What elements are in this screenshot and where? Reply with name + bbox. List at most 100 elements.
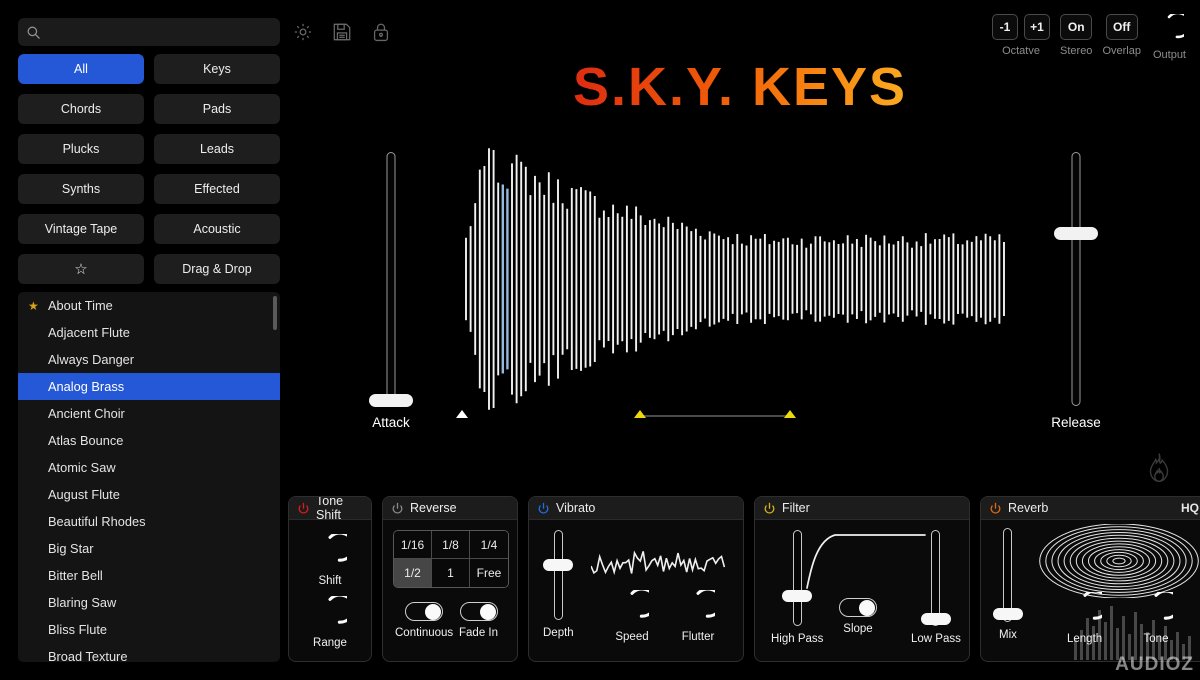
rate-option-free[interactable]: Free bbox=[470, 559, 508, 587]
lock-icon[interactable] bbox=[370, 20, 392, 44]
slider-mix[interactable]: Mix bbox=[999, 528, 1017, 641]
panel-header-filter: Filter bbox=[755, 497, 969, 520]
preset-list-item[interactable]: Ancient Choir bbox=[18, 400, 280, 427]
attack-slider[interactable]: Attack bbox=[368, 152, 414, 406]
flame-icon[interactable] bbox=[1146, 452, 1172, 484]
rate-option-1-8[interactable]: 1/8 bbox=[432, 531, 470, 559]
preset-list-item[interactable]: Adjacent Flute bbox=[18, 319, 280, 346]
toggle-switch[interactable] bbox=[405, 602, 443, 621]
preset-name: Beautiful Rhodes bbox=[48, 514, 145, 529]
toggle-slope[interactable]: Slope bbox=[839, 598, 877, 635]
slider-handle[interactable] bbox=[543, 559, 573, 571]
preset-name: Always Danger bbox=[48, 352, 134, 367]
slider-track[interactable] bbox=[931, 530, 940, 626]
category-button-all[interactable]: All bbox=[18, 54, 144, 84]
slider-handle[interactable] bbox=[921, 613, 951, 625]
waveform-bars bbox=[462, 146, 1010, 412]
preset-list-item[interactable]: Bliss Flute bbox=[18, 616, 280, 643]
category-button-pads[interactable]: Pads bbox=[154, 94, 280, 124]
slider-low-pass[interactable]: Low Pass bbox=[911, 530, 961, 645]
category-button-plucks[interactable]: Plucks bbox=[18, 134, 144, 164]
effect-panel-tone-shift: Tone ShiftShiftRange bbox=[288, 496, 372, 662]
category-button-chords[interactable]: Chords bbox=[18, 94, 144, 124]
overlap-toggle-button[interactable]: Off bbox=[1106, 14, 1138, 40]
preset-list[interactable]: ★About Time Adjacent Flute Always Danger An… bbox=[18, 292, 280, 662]
octave-down-button[interactable]: -1 bbox=[992, 14, 1018, 40]
attack-slider-handle[interactable] bbox=[369, 394, 413, 407]
preset-list-item[interactable]: Atomic Saw bbox=[18, 454, 280, 481]
search-bar[interactable] bbox=[18, 18, 280, 46]
preset-list-item[interactable]: Always Danger bbox=[18, 346, 280, 373]
knob-range[interactable]: Range bbox=[313, 596, 347, 649]
preset-list-item[interactable]: Big Star bbox=[18, 535, 280, 562]
category-button-vintage-tape[interactable]: Vintage Tape bbox=[18, 214, 144, 244]
rate-option-1-2[interactable]: 1/2 bbox=[394, 559, 432, 587]
favorite-star-icon[interactable]: ★ bbox=[28, 300, 43, 312]
preset-list-item[interactable]: Broad Texture bbox=[18, 643, 280, 662]
gear-icon[interactable] bbox=[292, 20, 314, 44]
slider-depth[interactable]: Depth bbox=[543, 530, 574, 639]
category-button-synths[interactable]: Synths bbox=[18, 174, 144, 204]
octave-up-button[interactable]: +1 bbox=[1024, 14, 1050, 40]
category-button-keys[interactable]: Keys bbox=[154, 54, 280, 84]
search-icon bbox=[26, 25, 41, 40]
release-slider-handle[interactable] bbox=[1054, 227, 1098, 240]
knob-icon[interactable] bbox=[615, 590, 649, 624]
loop-start-marker[interactable] bbox=[634, 410, 646, 418]
concentric-rings-visual bbox=[1039, 524, 1199, 603]
start-marker[interactable] bbox=[456, 410, 468, 418]
category-button-acoustic[interactable]: Acoustic bbox=[154, 214, 280, 244]
knob-tone[interactable]: Tone bbox=[1139, 592, 1173, 645]
preset-list-item[interactable]: Beautiful Rhodes bbox=[18, 508, 280, 535]
slider-track[interactable] bbox=[554, 530, 563, 620]
waveform-display[interactable] bbox=[462, 146, 1010, 412]
power-icon[interactable] bbox=[297, 502, 310, 515]
category-button-leads[interactable]: Leads bbox=[154, 134, 280, 164]
reverse-rate-grid[interactable]: 1/161/81/4 1/21Free bbox=[393, 530, 509, 588]
release-slider[interactable]: Release bbox=[1053, 152, 1099, 406]
knob-length[interactable]: Length bbox=[1067, 592, 1102, 645]
rate-option-1-4[interactable]: 1/4 bbox=[470, 531, 508, 559]
toggle-continuous[interactable]: Continuous bbox=[395, 602, 453, 639]
stereo-toggle-button[interactable]: On bbox=[1060, 14, 1092, 40]
output-knob[interactable] bbox=[1154, 14, 1184, 44]
knob-icon[interactable] bbox=[681, 590, 715, 624]
category-button-effected[interactable]: Effected bbox=[154, 174, 280, 204]
save-icon[interactable] bbox=[331, 20, 353, 44]
release-slider-track[interactable] bbox=[1072, 152, 1081, 406]
power-icon[interactable] bbox=[989, 502, 1002, 515]
knob-speed[interactable]: Speed bbox=[615, 590, 649, 643]
preset-list-item[interactable]: Analog Brass bbox=[18, 373, 280, 400]
rate-option-1[interactable]: 1 bbox=[432, 559, 470, 587]
slider-handle[interactable] bbox=[993, 608, 1023, 620]
attack-slider-track[interactable] bbox=[387, 152, 396, 406]
knob-flutter[interactable]: Flutter bbox=[681, 590, 715, 643]
loop-end-marker[interactable] bbox=[784, 410, 796, 418]
search-input[interactable] bbox=[41, 25, 280, 39]
toggle-fade-in[interactable]: Fade In bbox=[459, 602, 498, 639]
knob-icon[interactable] bbox=[1068, 592, 1102, 626]
toggle-switch[interactable] bbox=[460, 602, 498, 621]
preset-list-item[interactable]: August Flute bbox=[18, 481, 280, 508]
slider-track[interactable] bbox=[1003, 528, 1012, 622]
power-icon[interactable] bbox=[391, 502, 404, 515]
preset-list-scrollbar[interactable] bbox=[273, 296, 277, 330]
preset-name: Adjacent Flute bbox=[48, 325, 130, 340]
preset-list-item[interactable]: ★About Time bbox=[18, 292, 280, 319]
category-favorites-button[interactable]: ☆ bbox=[18, 254, 144, 284]
knob-icon[interactable] bbox=[1139, 592, 1173, 626]
knob-icon[interactable] bbox=[313, 596, 347, 630]
preset-list-item[interactable]: Blaring Saw bbox=[18, 589, 280, 616]
lfo-waveform-visual bbox=[591, 548, 727, 591]
power-icon[interactable] bbox=[763, 502, 776, 515]
preset-list-item[interactable]: Bitter Bell bbox=[18, 562, 280, 589]
knob-icon[interactable] bbox=[313, 534, 347, 568]
knob-shift[interactable]: Shift bbox=[313, 534, 347, 587]
hq-badge[interactable]: HQ bbox=[1181, 501, 1199, 515]
category-button-drag-drop[interactable]: Drag & Drop bbox=[154, 254, 280, 284]
toggle-switch[interactable] bbox=[839, 598, 877, 617]
slider-track[interactable] bbox=[793, 530, 802, 626]
preset-list-item[interactable]: Atlas Bounce bbox=[18, 427, 280, 454]
power-icon[interactable] bbox=[537, 502, 550, 515]
rate-option-1-16[interactable]: 1/16 bbox=[394, 531, 432, 559]
